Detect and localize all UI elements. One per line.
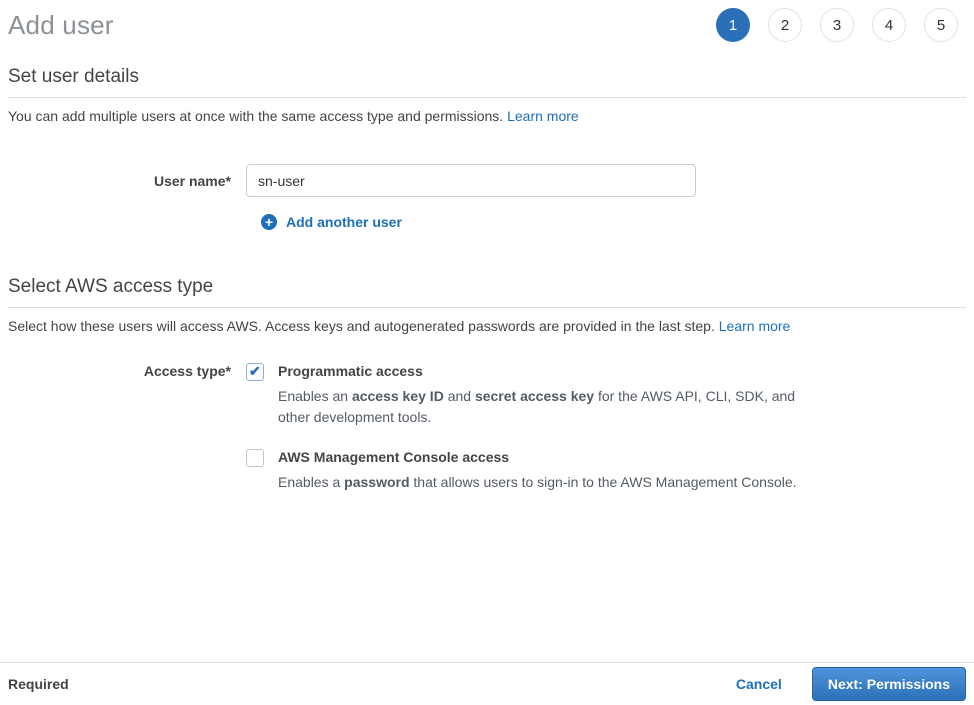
access-type-label: Access type* (8, 363, 246, 493)
access-type-heading: Select AWS access type (8, 276, 966, 308)
access-type-intro-text: Select how these users will access AWS. … (8, 318, 715, 334)
console-access-description: Enables a password that allows users to … (278, 472, 797, 493)
step-4-indicator: 4 (872, 8, 906, 42)
step-2-indicator: 2 (768, 8, 802, 42)
programmatic-access-option: Programmatic access Enables an access ke… (246, 363, 802, 428)
username-label: User name* (8, 173, 246, 189)
programmatic-access-description: Enables an access key ID and secret acce… (278, 386, 802, 428)
wizard-footer: Required Cancel Next: Permissions (0, 662, 974, 705)
access-type-options: Programmatic access Enables an access ke… (246, 363, 802, 493)
page-header: Add user 1 2 3 4 5 (8, 8, 966, 42)
user-details-intro: You can add multiple users at once with … (8, 108, 966, 124)
user-details-learn-more-link[interactable]: Learn more (507, 108, 579, 124)
user-details-heading: Set user details (8, 66, 966, 98)
programmatic-access-content: Programmatic access Enables an access ke… (278, 363, 802, 428)
programmatic-access-checkbox[interactable] (246, 363, 264, 381)
access-type-form-row: Access type* Programmatic access Enables… (8, 363, 966, 493)
wizard-step-indicator: 1 2 3 4 5 (716, 8, 958, 42)
access-type-learn-more-link[interactable]: Learn more (719, 318, 791, 334)
step-3-indicator: 3 (820, 8, 854, 42)
next-permissions-button[interactable]: Next: Permissions (812, 667, 966, 701)
user-details-section: Set user details You can add multiple us… (8, 66, 966, 230)
add-another-user-button[interactable]: + Add another user (261, 214, 966, 230)
username-input[interactable] (246, 164, 696, 197)
console-access-option: AWS Management Console access Enables a … (246, 449, 802, 493)
console-access-title: AWS Management Console access (278, 449, 797, 465)
required-label: Required (8, 676, 69, 692)
plus-circle-icon: + (261, 214, 277, 230)
page-title: Add user (8, 10, 114, 41)
user-details-intro-text: You can add multiple users at once with … (8, 108, 503, 124)
access-type-section: Select AWS access type Select how these … (8, 276, 966, 493)
cancel-button[interactable]: Cancel (736, 676, 782, 692)
username-form-row: User name* (8, 164, 966, 197)
console-access-content: AWS Management Console access Enables a … (278, 449, 797, 493)
footer-actions: Cancel Next: Permissions (736, 667, 966, 701)
page-content: Add user 1 2 3 4 5 Set user details You … (0, 8, 974, 493)
step-5-indicator: 5 (924, 8, 958, 42)
add-another-user-label: Add another user (286, 214, 402, 230)
programmatic-access-title: Programmatic access (278, 363, 802, 379)
console-access-checkbox[interactable] (246, 449, 264, 467)
access-type-intro: Select how these users will access AWS. … (8, 318, 966, 334)
step-1-indicator: 1 (716, 8, 750, 42)
